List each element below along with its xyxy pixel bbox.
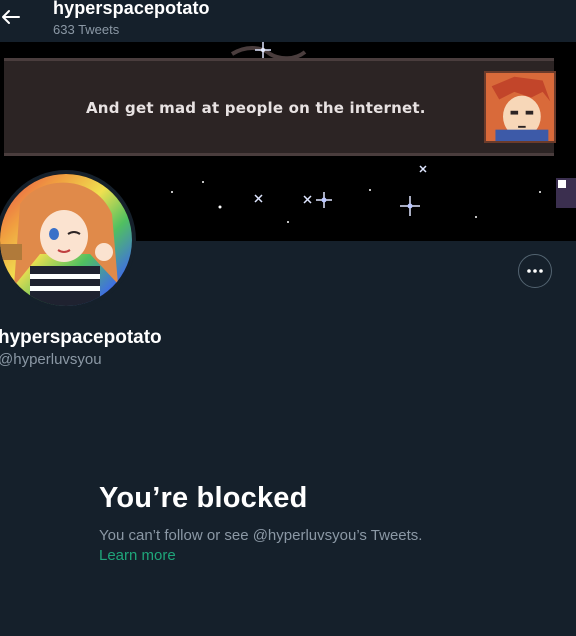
profile-handle: @hyperluvsyou: [0, 351, 102, 368]
back-arrow-icon: [2, 10, 20, 24]
avatar-image: [0, 174, 132, 306]
blocked-description: You can’t follow or see @hyperluvsyou’s …: [99, 527, 423, 544]
header-display-name: hyperspacepotato: [53, 0, 210, 18]
ellipsis-icon: [527, 269, 543, 273]
banner-caption: And get mad at people on the internet.: [86, 99, 426, 117]
banner-character-portrait: [484, 71, 556, 143]
profile-avatar[interactable]: [0, 170, 136, 310]
banner-dialog-box: And get mad at people on the internet.: [4, 58, 556, 156]
more-options-button[interactable]: [518, 254, 552, 288]
profile-page: hyperspacepotato 633 Tweets And get mad …: [0, 0, 576, 636]
header-tweet-count: 633 Tweets: [53, 22, 120, 37]
profile-display-name: hyperspacepotato: [0, 327, 162, 348]
blocked-title: You’re blocked: [99, 482, 308, 514]
header-bar: hyperspacepotato 633 Tweets: [0, 0, 576, 42]
back-button[interactable]: [0, 6, 22, 28]
learn-more-link[interactable]: Learn more: [99, 547, 176, 564]
